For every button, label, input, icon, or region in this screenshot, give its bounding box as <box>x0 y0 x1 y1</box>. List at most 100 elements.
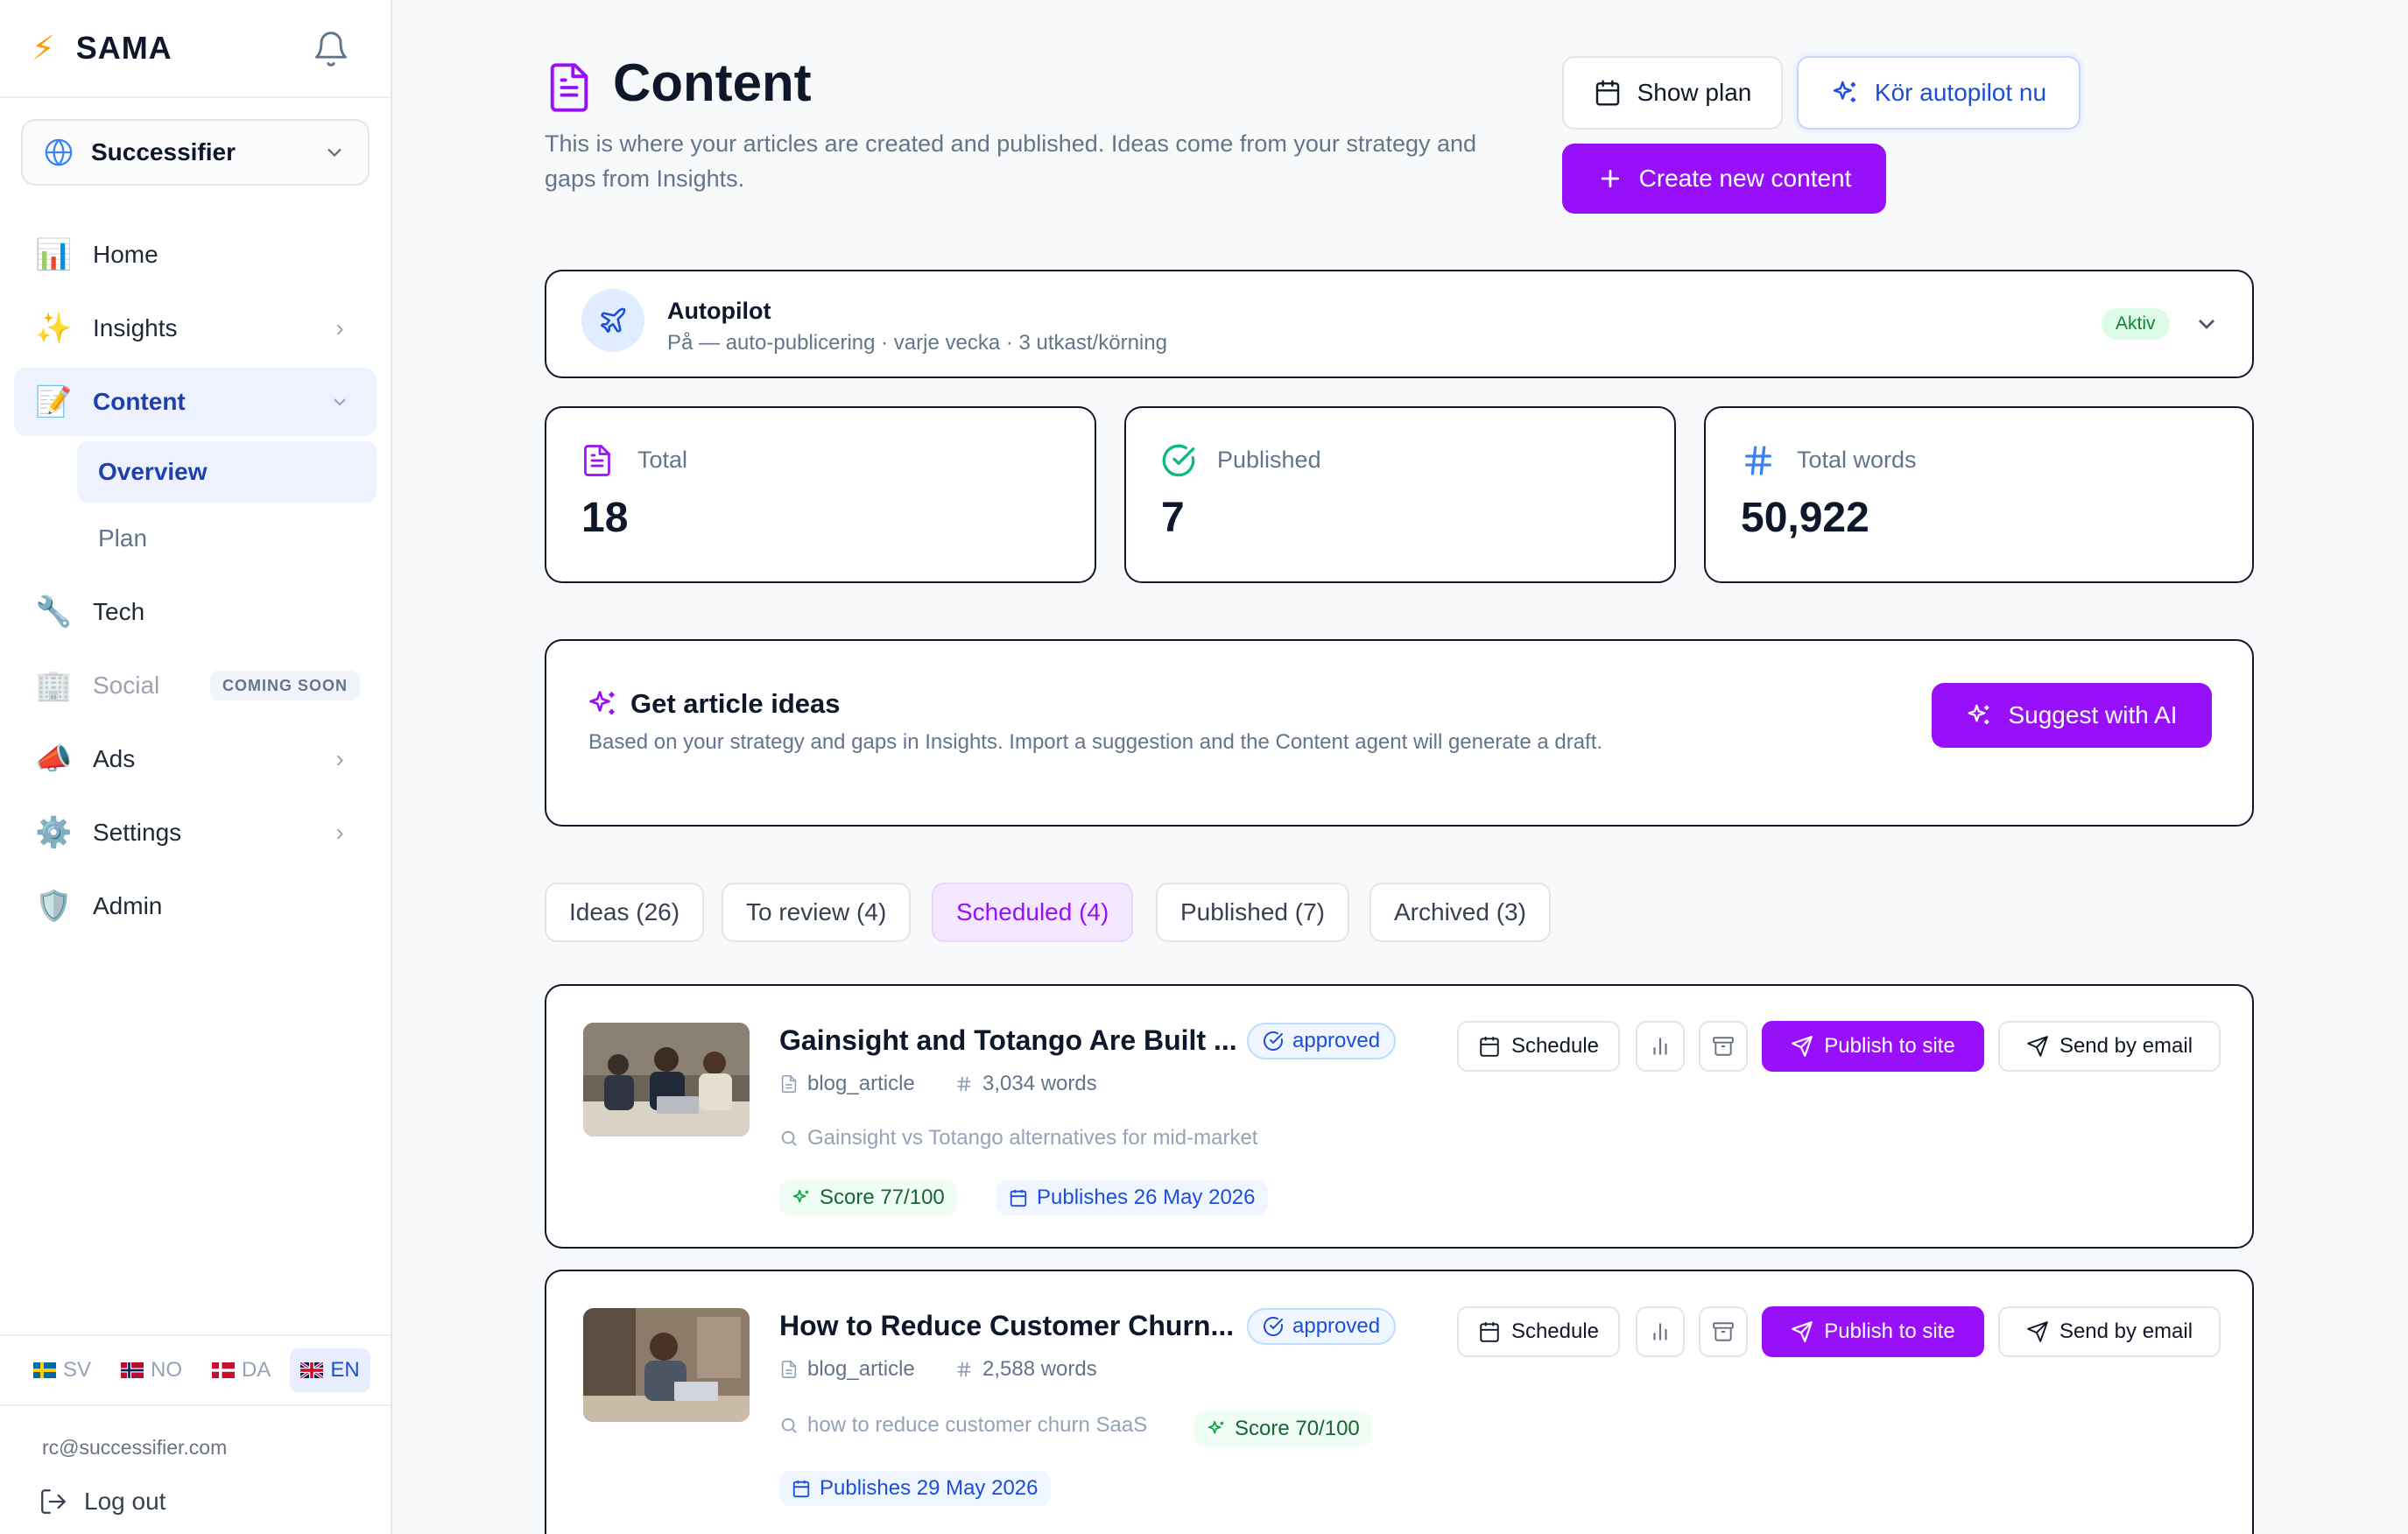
archive-button[interactable] <box>1699 1306 1748 1357</box>
publish-to-site-button[interactable]: Publish to site <box>1762 1021 1984 1072</box>
check-circle-icon <box>1263 1031 1284 1052</box>
article-type: blog_article <box>779 1357 915 1382</box>
calendar-clock-icon <box>1478 1035 1501 1058</box>
sparkles-icon <box>1207 1419 1226 1439</box>
nav-home[interactable]: 📊 Home <box>14 221 377 289</box>
workspace-name: Successifier <box>91 138 236 165</box>
sparkles-icon <box>587 688 618 720</box>
chevron-down-icon <box>322 140 347 165</box>
publish-date-badge: Publishes 29 May 2026 <box>779 1471 1051 1506</box>
logout-button[interactable]: Log out <box>39 1487 165 1516</box>
send-icon <box>1791 1320 1813 1343</box>
sparkles-icon: ✨ <box>35 312 73 345</box>
send-by-email-button[interactable]: Send by email <box>1998 1306 2221 1357</box>
nav-admin[interactable]: 🛡️ Admin <box>14 872 377 940</box>
document-icon <box>546 61 592 114</box>
notifications-bell-icon[interactable] <box>312 30 350 68</box>
calendar-icon <box>1009 1188 1028 1207</box>
tab-ideas[interactable]: Ideas (26) <box>545 883 705 942</box>
publish-to-site-label: Publish to site <box>1824 1034 1955 1058</box>
search-icon <box>779 1129 799 1148</box>
score-badge: Score 70/100 <box>1194 1411 1372 1446</box>
chevron-down-icon[interactable] <box>2193 310 2221 338</box>
plus-icon <box>1597 165 1623 192</box>
article-words: 2,588 words <box>954 1357 1097 1382</box>
file-icon <box>779 1359 799 1380</box>
nav-content-plan[interactable]: Plan <box>77 508 377 569</box>
article-keyword: Gainsight vs Totango alternatives for mi… <box>779 1126 1257 1150</box>
chevron-right-icon: › <box>335 314 344 341</box>
send-by-email-label: Send by email <box>2059 1319 2193 1343</box>
nav-content[interactable]: 📝 Content <box>14 368 377 436</box>
bar-chart-icon <box>1649 1320 1672 1343</box>
globe-icon <box>44 137 74 167</box>
flag-dk-icon <box>212 1362 236 1378</box>
send-by-email-label: Send by email <box>2059 1034 2193 1058</box>
tab-archived[interactable]: Archived (3) <box>1369 883 1551 942</box>
sparkles-icon <box>1831 79 1859 107</box>
create-new-content-button[interactable]: Create new content <box>1562 144 1886 214</box>
archive-icon <box>1712 1320 1735 1343</box>
memo-icon: 📝 <box>35 385 73 419</box>
tab-scheduled[interactable]: Scheduled (4) <box>932 883 1134 942</box>
suggest-with-ai-button[interactable]: Suggest with AI <box>1932 683 2212 748</box>
article-words-label: 2,588 words <box>982 1357 1097 1381</box>
status-badge: approved <box>1247 1023 1397 1059</box>
lang-en[interactable]: EN <box>290 1348 370 1392</box>
nav-tech[interactable]: 🔧 Tech <box>14 578 377 646</box>
wrench-icon: 🔧 <box>35 595 73 629</box>
lang-da[interactable]: DA <box>201 1348 281 1392</box>
article-words: 3,034 words <box>954 1072 1097 1096</box>
tab-to-review[interactable]: To review (4) <box>722 883 912 942</box>
article-card[interactable]: Gainsight and Totango Are Built ... appr… <box>545 984 2254 1249</box>
status-badge: approved <box>1247 1308 1397 1345</box>
stat-words-card: Total words 50,922 <box>1704 406 2254 583</box>
article-keyword-label: how to reduce customer churn SaaS <box>807 1413 1148 1437</box>
lang-sv[interactable]: SV <box>23 1348 102 1392</box>
autopilot-card[interactable]: Autopilot På — auto-publicering · varje … <box>545 270 2254 378</box>
lang-no[interactable]: NO <box>110 1348 193 1392</box>
logout-icon <box>39 1487 68 1516</box>
archive-button[interactable] <box>1699 1021 1748 1072</box>
coming-soon-badge: COMING SOON <box>210 671 361 700</box>
schedule-button[interactable]: Schedule <box>1457 1021 1620 1072</box>
nav-ads[interactable]: 📣 Ads › <box>14 725 377 793</box>
bar-chart-icon <box>1649 1035 1672 1058</box>
file-icon <box>779 1073 799 1094</box>
score-badge: Score 77/100 <box>779 1180 957 1215</box>
chevron-right-icon: › <box>335 819 344 846</box>
schedule-button[interactable]: Schedule <box>1457 1306 1620 1357</box>
send-by-email-button[interactable]: Send by email <box>1998 1021 2221 1072</box>
language-switcher: SV NO DA EN <box>23 1348 370 1392</box>
brand[interactable]: ⚡ SAMA <box>32 26 173 70</box>
autopilot-subtitle: På — auto-publicering · varje vecka · 3 … <box>667 331 1167 355</box>
workspace-selector[interactable]: Successifier <box>21 119 370 186</box>
calendar-icon <box>792 1479 811 1498</box>
check-circle-icon <box>1161 443 1196 478</box>
hash-icon <box>954 1074 974 1094</box>
stats-button[interactable] <box>1636 1021 1685 1072</box>
article-words-label: 3,034 words <box>982 1072 1097 1095</box>
calendar-icon <box>1594 79 1622 107</box>
nav-settings[interactable]: ⚙️ Settings › <box>14 799 377 867</box>
lang-da-label: DA <box>242 1358 271 1382</box>
article-type-label: blog_article <box>807 1072 915 1095</box>
article-title[interactable]: Gainsight and Totango Are Built ... <box>779 1024 1237 1057</box>
article-card[interactable]: How to Reduce Customer Churn... approved… <box>545 1270 2254 1534</box>
nav-insights-label: Insights <box>93 314 178 341</box>
stats-button[interactable] <box>1636 1306 1685 1357</box>
sidebar-divider <box>0 1404 391 1406</box>
nav-content-overview[interactable]: Overview <box>77 441 377 503</box>
publish-to-site-button[interactable]: Publish to site <box>1762 1306 1984 1357</box>
tab-published[interactable]: Published (7) <box>1156 883 1349 942</box>
page-title: Content <box>613 53 812 112</box>
score-label: Score 70/100 <box>1235 1417 1360 1440</box>
run-autopilot-button[interactable]: Kör autopilot nu <box>1797 56 2081 130</box>
nav-content-label: Content <box>93 388 186 415</box>
stat-published-card: Published 7 <box>1124 406 1676 583</box>
lang-no-label: NO <box>151 1358 183 1382</box>
article-title[interactable]: How to Reduce Customer Churn... <box>779 1310 1234 1342</box>
publish-date-label: Publishes 29 May 2026 <box>820 1476 1039 1500</box>
nav-insights[interactable]: ✨ Insights › <box>14 294 377 362</box>
show-plan-button[interactable]: Show plan <box>1562 56 1783 130</box>
